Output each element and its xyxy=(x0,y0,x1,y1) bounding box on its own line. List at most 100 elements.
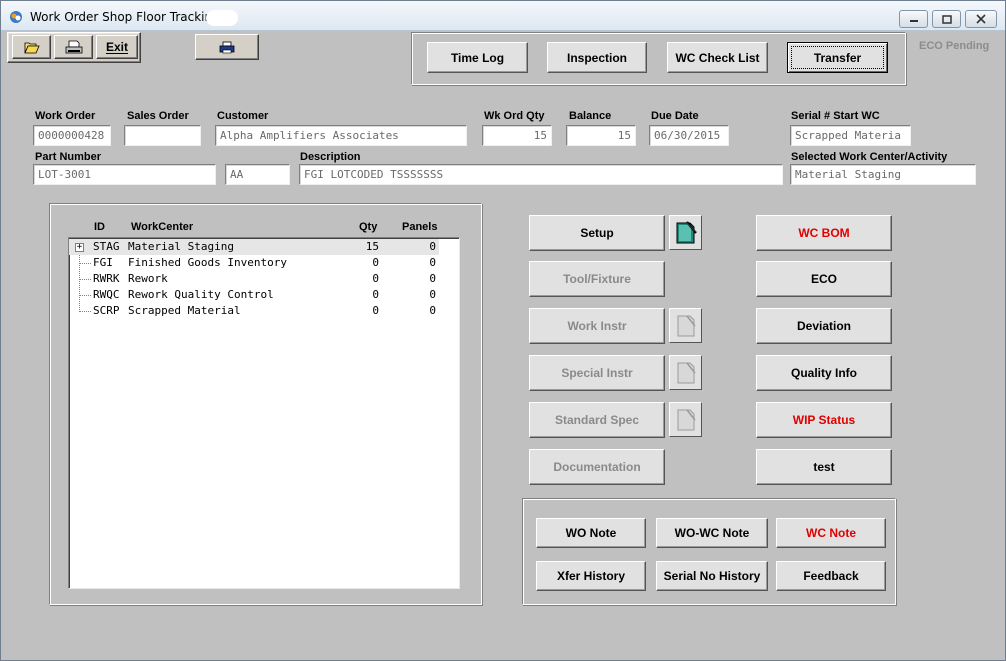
selected-wc-field[interactable]: Material Staging xyxy=(790,164,976,185)
part-number-field[interactable]: LOT-3001 xyxy=(33,164,216,185)
work-instr-button[interactable]: Work Instr xyxy=(529,308,665,344)
minimize-button[interactable] xyxy=(899,10,928,28)
row-qty: 0 xyxy=(372,304,379,317)
maximize-icon xyxy=(941,14,952,24)
col-header-workcenter: WorkCenter xyxy=(131,221,194,233)
row-name: Scrapped Material xyxy=(128,304,241,317)
serial-start-wc-field[interactable]: Scrapped Materia xyxy=(790,125,911,146)
transfer-button[interactable]: Transfer xyxy=(787,42,888,73)
serial-start-wc-label: Serial # Start WC xyxy=(791,110,880,122)
special-instr-edit-button[interactable] xyxy=(669,355,702,390)
sales-order-field[interactable] xyxy=(124,125,201,146)
col-header-panels: Panels xyxy=(402,221,438,233)
open-button[interactable] xyxy=(12,35,51,59)
feedback-button[interactable]: Feedback xyxy=(776,561,886,591)
standard-spec-edit-button[interactable] xyxy=(669,402,702,437)
tree-row-rwrk[interactable]: RWRK Rework 0 0 xyxy=(69,271,439,287)
wo-note-button[interactable]: WO Note xyxy=(536,518,646,548)
wk-ord-qty-label: Wk Ord Qty xyxy=(484,110,545,122)
quality-info-button[interactable]: Quality Info xyxy=(756,355,892,391)
row-panels: 0 xyxy=(429,256,436,269)
expand-icon[interactable]: + xyxy=(75,243,84,252)
row-panels: 0 xyxy=(429,240,436,253)
balance-label: Balance xyxy=(569,110,612,122)
work-instr-edit-button[interactable] xyxy=(669,308,702,343)
row-id: RWQC xyxy=(93,288,120,301)
row-panels: 0 xyxy=(429,288,436,301)
revision-field[interactable]: AA xyxy=(225,164,290,185)
wk-ord-qty-field[interactable]: 15 xyxy=(482,125,552,146)
edit-document-icon xyxy=(677,315,696,336)
print-preview-button[interactable] xyxy=(195,34,259,60)
print-button[interactable] xyxy=(54,35,93,59)
row-name: Rework Quality Control xyxy=(128,288,274,301)
balance-field[interactable]: 15 xyxy=(566,125,636,146)
folder-open-icon xyxy=(23,42,40,53)
row-qty: 0 xyxy=(372,288,379,301)
work-order-field[interactable]: 0000000428 xyxy=(33,125,111,146)
wc-note-button[interactable]: WC Note xyxy=(776,518,886,548)
tool-fixture-button[interactable]: Tool/Fixture xyxy=(529,261,665,297)
title-bar: Work Order Shop Floor Tracking xyxy=(1,1,1005,31)
edit-document-icon xyxy=(677,362,696,383)
row-id: FGI xyxy=(93,256,113,269)
row-qty: 15 xyxy=(365,240,379,253)
wip-status-button[interactable]: WIP Status xyxy=(756,402,892,438)
xfer-history-button[interactable]: Xfer History xyxy=(536,561,646,591)
wc-bom-button[interactable]: WC BOM xyxy=(756,215,892,251)
eco-pending-label: ECO Pending xyxy=(919,40,990,52)
description-field[interactable]: FGI LOTCODED TSSSSSSS xyxy=(299,164,783,185)
maximize-button[interactable] xyxy=(932,10,961,28)
setup-button[interactable]: Setup xyxy=(529,215,665,251)
customer-label: Customer xyxy=(217,110,269,122)
eco-button[interactable]: ECO xyxy=(756,261,892,297)
part-number-label: Part Number xyxy=(35,151,102,163)
col-header-qty: Qty xyxy=(359,221,378,233)
app-icon xyxy=(10,11,22,23)
exit-button[interactable]: Exit xyxy=(96,35,138,59)
tree-row-stag[interactable]: + STAG Material Staging 15 0 xyxy=(69,239,439,255)
sales-order-label: Sales Order xyxy=(127,110,189,122)
tree-row-scrp[interactable]: SCRP Scrapped Material 0 0 xyxy=(69,303,439,319)
row-qty: 0 xyxy=(372,256,379,269)
minimize-icon xyxy=(909,20,918,22)
row-qty: 0 xyxy=(372,272,379,285)
serial-no-history-button[interactable]: Serial No History xyxy=(656,561,768,591)
row-panels: 0 xyxy=(429,304,436,317)
printer-icon xyxy=(65,40,82,53)
edit-document-icon xyxy=(677,409,696,430)
col-header-id: ID xyxy=(94,221,105,233)
wc-check-list-button[interactable]: WC Check List xyxy=(667,42,768,73)
row-id: SCRP xyxy=(93,304,120,317)
setup-edit-button[interactable] xyxy=(669,215,702,250)
workcenter-tree[interactable]: + STAG Material Staging 15 0 FGI Finishe… xyxy=(68,237,460,589)
tree-row-fgi[interactable]: FGI Finished Goods Inventory 0 0 xyxy=(69,255,439,271)
description-label: Description xyxy=(300,151,361,163)
tree-row-rwqc[interactable]: RWQC Rework Quality Control 0 0 xyxy=(69,287,439,303)
special-instr-button[interactable]: Special Instr xyxy=(529,355,665,391)
standard-spec-button[interactable]: Standard Spec xyxy=(529,402,665,438)
work-order-label: Work Order xyxy=(35,110,96,122)
main-window: Work Order Shop Floor Tracking Exit Time… xyxy=(0,0,1006,661)
row-name: Finished Goods Inventory xyxy=(128,256,287,269)
row-panels: 0 xyxy=(429,272,436,285)
close-button[interactable] xyxy=(965,10,997,28)
row-id: STAG xyxy=(93,240,120,253)
row-name: Rework xyxy=(128,272,168,285)
test-button[interactable]: test xyxy=(756,449,892,485)
window-title: Work Order Shop Floor Tracking xyxy=(30,10,220,24)
inspection-button[interactable]: Inspection xyxy=(547,42,647,73)
documentation-button[interactable]: Documentation xyxy=(529,449,665,485)
transfer-label: Transfer xyxy=(813,50,862,65)
selected-wc-label: Selected Work Center/Activity xyxy=(791,151,948,163)
customer-field[interactable]: Alpha Amplifiers Associates xyxy=(215,125,467,146)
row-name: Material Staging xyxy=(128,240,234,253)
printer-icon xyxy=(219,41,235,53)
deviation-button[interactable]: Deviation xyxy=(756,308,892,344)
due-date-field[interactable]: 06/30/2015 xyxy=(649,125,729,146)
time-log-button[interactable]: Time Log xyxy=(427,42,528,73)
exit-label: Exit xyxy=(105,40,128,54)
wo-wc-note-button[interactable]: WO-WC Note xyxy=(656,518,768,548)
due-date-label: Due Date xyxy=(651,110,699,122)
edit-document-icon xyxy=(676,220,697,243)
